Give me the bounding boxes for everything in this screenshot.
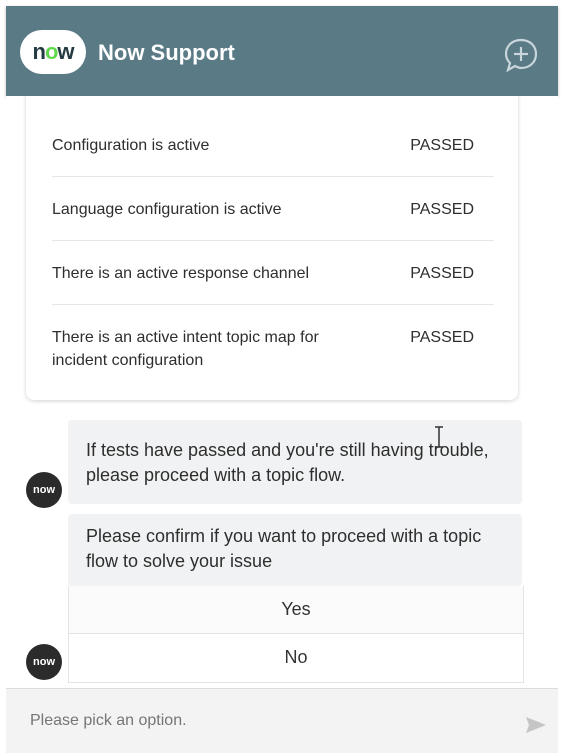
bot-avatar: now (26, 472, 62, 508)
check-status: PASSED (410, 137, 474, 154)
option-yes-button[interactable]: Yes (69, 586, 523, 633)
check-label: There is an active intent topic map for … (52, 329, 319, 369)
check-row: There is an active response channel PASS… (52, 262, 494, 305)
send-icon[interactable] (524, 715, 548, 735)
chat-transcript[interactable]: Configuration is active PASSED Language … (6, 96, 558, 688)
option-no-button[interactable]: No (69, 633, 523, 681)
composer (6, 688, 558, 753)
bot-avatar: now (26, 644, 62, 680)
chat-title: Now Support (98, 40, 235, 65)
check-row: There is an active intent topic map for … (52, 326, 494, 386)
message-text: Please confirm if you want to proceed wi… (86, 526, 482, 571)
diagnostics-card: Configuration is active PASSED Language … (26, 96, 518, 400)
check-label: There is an active response channel (52, 265, 310, 282)
text-cursor-icon (435, 426, 443, 448)
chat-plus-icon[interactable] (502, 36, 540, 74)
check-label: Configuration is active (52, 137, 210, 154)
chat-header: now Now Support (6, 6, 558, 96)
check-status: PASSED (410, 329, 474, 346)
check-label: Language configuration is active (52, 201, 282, 218)
check-status: PASSED (410, 265, 474, 282)
check-row: Language configuration is active PASSED (52, 198, 494, 241)
bot-message: Please confirm if you want to proceed wi… (68, 514, 522, 586)
message-input[interactable] (28, 711, 492, 731)
option-list: Yes No (68, 586, 524, 683)
now-logo: now (20, 30, 86, 74)
check-row: Configuration is active PASSED (52, 134, 494, 177)
bot-message: If tests have passed and you're still ha… (68, 420, 522, 504)
check-status: PASSED (410, 201, 474, 218)
